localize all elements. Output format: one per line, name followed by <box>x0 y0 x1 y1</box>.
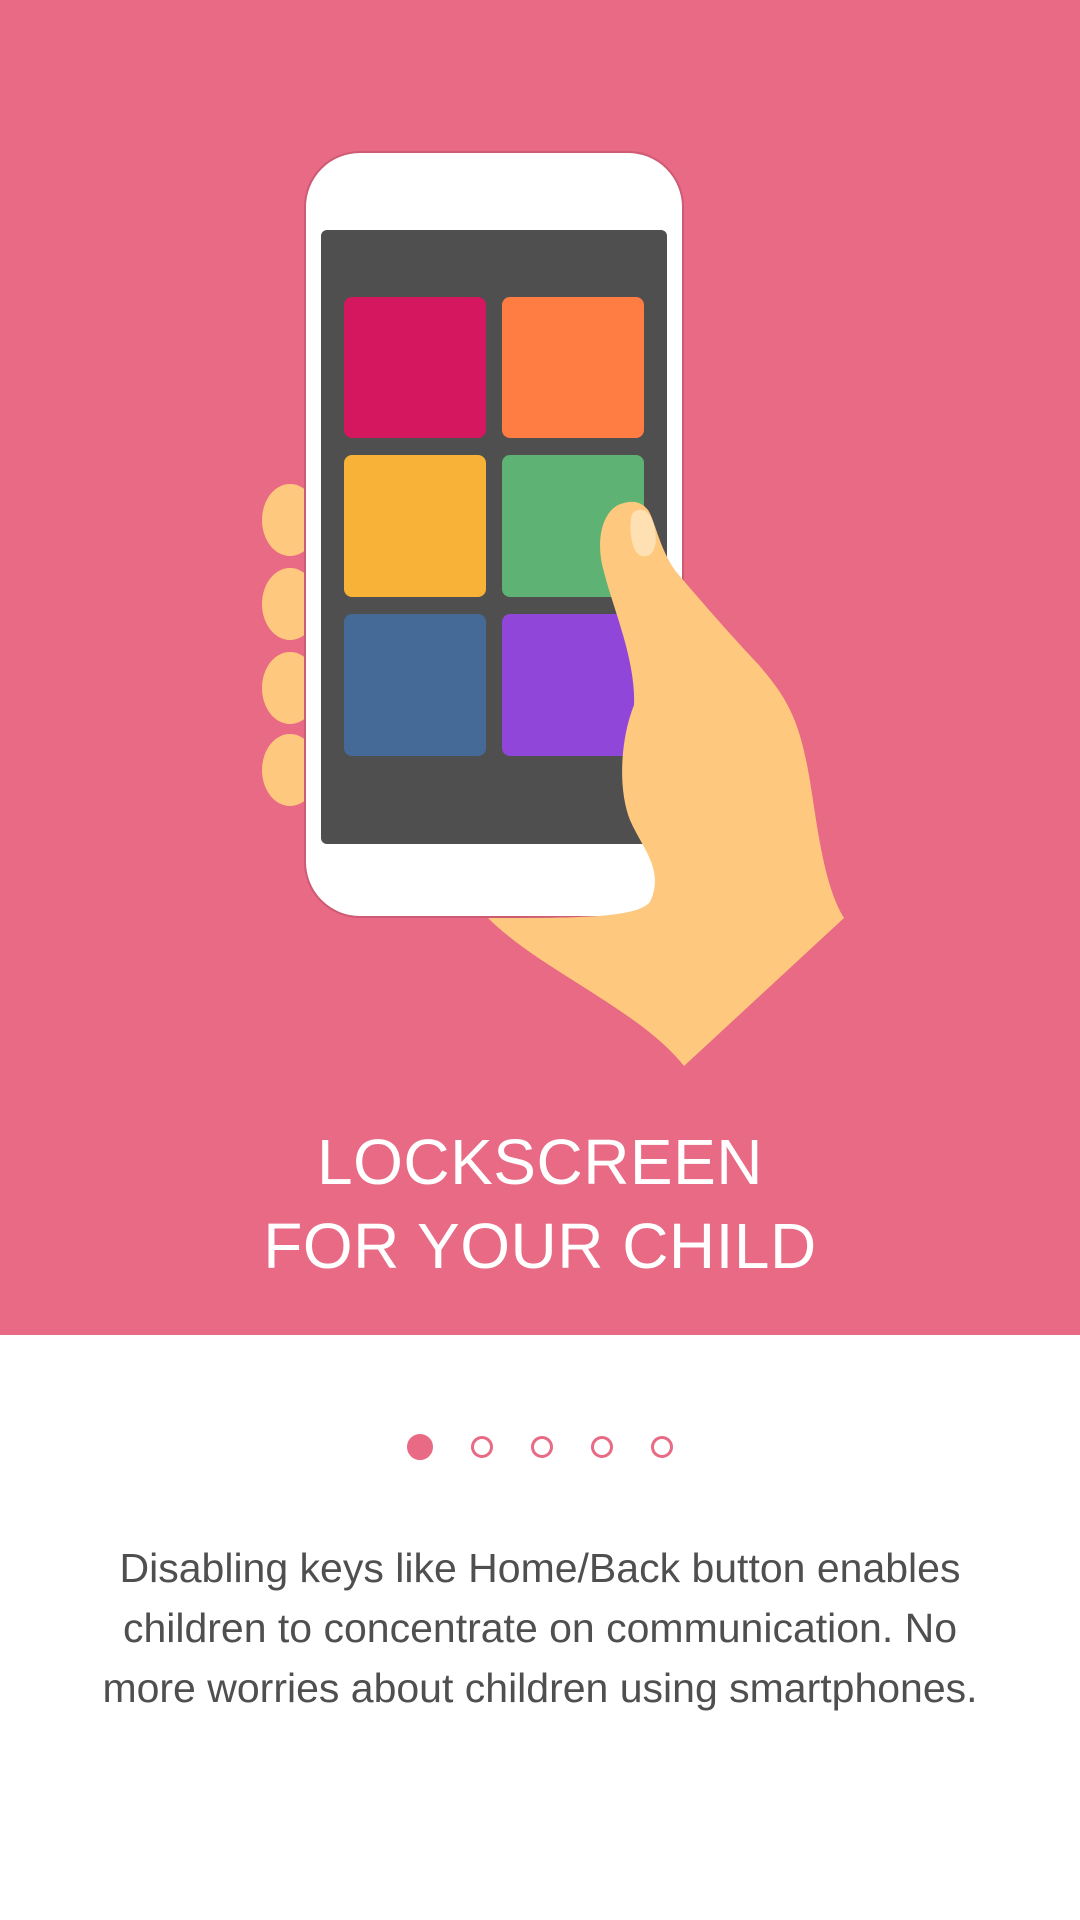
onboarding-title: LOCKSCREEN FOR YOUR CHILD <box>0 1120 1080 1288</box>
app-tile-5 <box>344 614 486 756</box>
app-tile-1 <box>344 297 486 438</box>
app-tile-6 <box>502 614 644 756</box>
page-dot-4[interactable] <box>591 1436 613 1458</box>
onboarding-description: Disabling keys like Home/Back button ena… <box>102 1545 978 1711</box>
title-line-2: FOR YOUR CHILD <box>263 1210 817 1282</box>
onboarding-hero: LOCKSCREEN FOR YOUR CHILD <box>0 0 1080 1335</box>
page-dot-2[interactable] <box>471 1436 493 1458</box>
page-dot-3[interactable] <box>531 1436 553 1458</box>
title-line-1: LOCKSCREEN <box>317 1126 763 1198</box>
page-indicator <box>0 1433 1080 1463</box>
hand-holding-phone-illustration <box>262 151 844 1067</box>
app-tile-3 <box>344 455 486 597</box>
page-dot-5[interactable] <box>651 1436 673 1458</box>
app-tile-2 <box>502 297 644 438</box>
page-dot-1[interactable] <box>407 1434 433 1460</box>
